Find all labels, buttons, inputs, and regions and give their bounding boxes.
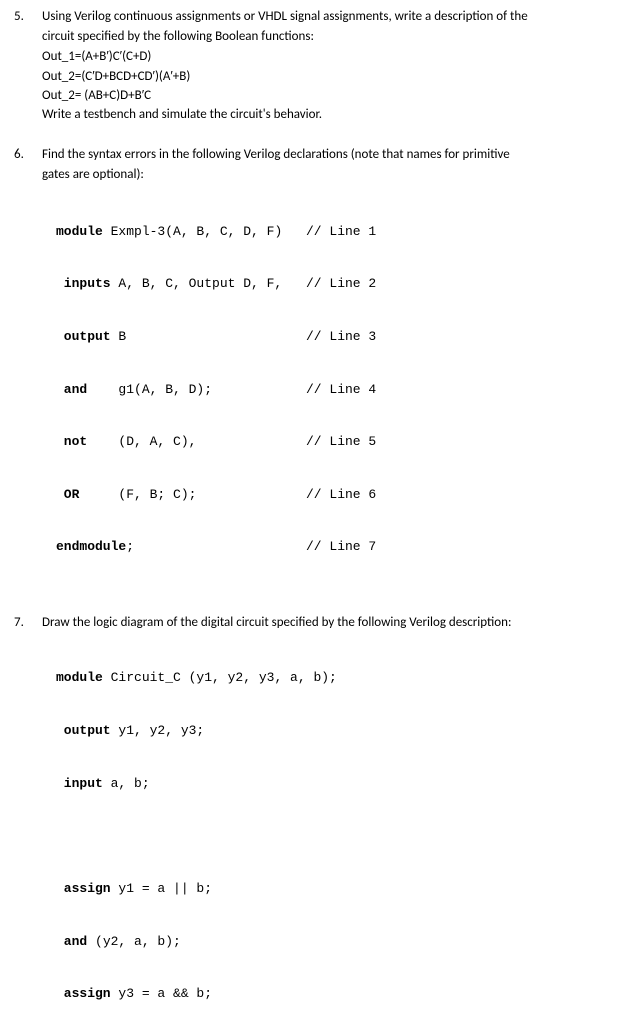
code-rest: Exmpl-3(A, B, C, D, F) bbox=[103, 224, 282, 239]
q6-code-block: module Exmpl-3(A, B, C, D, F) // Line 1 i… bbox=[42, 188, 627, 592]
code-row bbox=[56, 827, 627, 845]
code-row: endmodule; // Line 7 bbox=[56, 538, 627, 556]
code-rest: g1(A, B, D); bbox=[87, 382, 212, 397]
question-6: 6. Find the syntax errors in the followi… bbox=[14, 146, 627, 594]
code-rest: y1, y2, y3; bbox=[111, 723, 205, 738]
code-row: assign y1 = a || b; bbox=[56, 880, 627, 898]
code-row: module Exmpl-3(A, B, C, D, F) // Line 1 bbox=[56, 223, 627, 241]
code-keyword: endmodule bbox=[56, 539, 126, 554]
code-rest: y1 = a || b; bbox=[111, 881, 212, 896]
question-body: Draw the logic diagram of the digital ci… bbox=[42, 614, 627, 1036]
code-rest: y3 = a && b; bbox=[111, 986, 212, 1001]
q7-line1: Draw the logic diagram of the digital ci… bbox=[42, 614, 627, 632]
q7-code-block: module Circuit_C (y1, y2, y3, a, b); out… bbox=[42, 634, 627, 1036]
question-body: Using Verilog continuous assignments or … bbox=[42, 8, 627, 126]
q6-line1: Find the syntax errors in the following … bbox=[42, 146, 627, 164]
q5-line1: Using Verilog continuous assignments or … bbox=[42, 8, 627, 26]
code-keyword: and bbox=[56, 934, 87, 949]
code-row: OR (F, B; C); // Line 6 bbox=[56, 486, 627, 504]
code-comment: // Line 4 bbox=[306, 381, 376, 399]
code-row: module Circuit_C (y1, y2, y3, a, b); bbox=[56, 669, 627, 687]
code-rest: a, b; bbox=[103, 776, 150, 791]
code-keyword: assign bbox=[56, 986, 111, 1001]
q5-out3: Out_2= (AB+C)D+B′C bbox=[42, 87, 627, 105]
question-7: 7. Draw the logic diagram of the digital… bbox=[14, 614, 627, 1036]
code-row: output B // Line 3 bbox=[56, 328, 627, 346]
code-keyword: not bbox=[56, 434, 87, 449]
code-rest: Circuit_C (y1, y2, y3, a, b); bbox=[103, 670, 337, 685]
code-comment: // Line 6 bbox=[306, 486, 376, 504]
code-row: assign y3 = a && b; bbox=[56, 985, 627, 1003]
code-rest: (D, A, C), bbox=[87, 434, 196, 449]
code-row: output y1, y2, y3; bbox=[56, 722, 627, 740]
code-row: and (y2, a, b); bbox=[56, 933, 627, 951]
code-keyword: output bbox=[56, 329, 111, 344]
code-row: inputs A, B, C, Output D, F, // Line 2 bbox=[56, 275, 627, 293]
q6-line2: gates are optional): bbox=[42, 166, 627, 184]
question-5: 5. Using Verilog continuous assignments … bbox=[14, 8, 627, 126]
code-keyword: output bbox=[56, 723, 111, 738]
question-number: 6. bbox=[14, 146, 42, 594]
code-keyword: input bbox=[56, 776, 103, 791]
code-comment: // Line 5 bbox=[306, 433, 376, 451]
code-rest: A, B, C, Output D, F, bbox=[111, 276, 283, 291]
code-keyword: assign bbox=[56, 881, 111, 896]
code-row: not (D, A, C), // Line 5 bbox=[56, 433, 627, 451]
code-keyword: module bbox=[56, 224, 103, 239]
code-rest: (y2, a, b); bbox=[87, 934, 181, 949]
code-row: and g1(A, B, D); // Line 4 bbox=[56, 381, 627, 399]
code-keyword: OR bbox=[56, 487, 79, 502]
question-number: 5. bbox=[14, 8, 42, 126]
code-rest: ; bbox=[126, 539, 134, 554]
code-keyword: inputs bbox=[56, 276, 111, 291]
q5-line2: circuit specified by the following Boole… bbox=[42, 28, 627, 46]
code-comment: // Line 2 bbox=[306, 275, 376, 293]
code-comment: // Line 1 bbox=[306, 223, 376, 241]
question-body: Find the syntax errors in the following … bbox=[42, 146, 627, 594]
question-number: 7. bbox=[14, 614, 42, 1036]
code-comment: // Line 7 bbox=[306, 538, 376, 556]
q5-line3: Write a testbench and simulate the circu… bbox=[42, 106, 627, 124]
code-rest: B bbox=[111, 329, 127, 344]
code-keyword: module bbox=[56, 670, 103, 685]
code-keyword: and bbox=[56, 382, 87, 397]
code-row: input a, b; bbox=[56, 775, 627, 793]
code-comment: // Line 3 bbox=[306, 328, 376, 346]
q5-out1: Out_1=(A+B′)C′(C+D) bbox=[42, 48, 627, 66]
code-rest: (F, B; C); bbox=[79, 487, 196, 502]
q5-out2: Out_2=(C′D+BCD+CD′)(A′+B) bbox=[42, 68, 627, 86]
